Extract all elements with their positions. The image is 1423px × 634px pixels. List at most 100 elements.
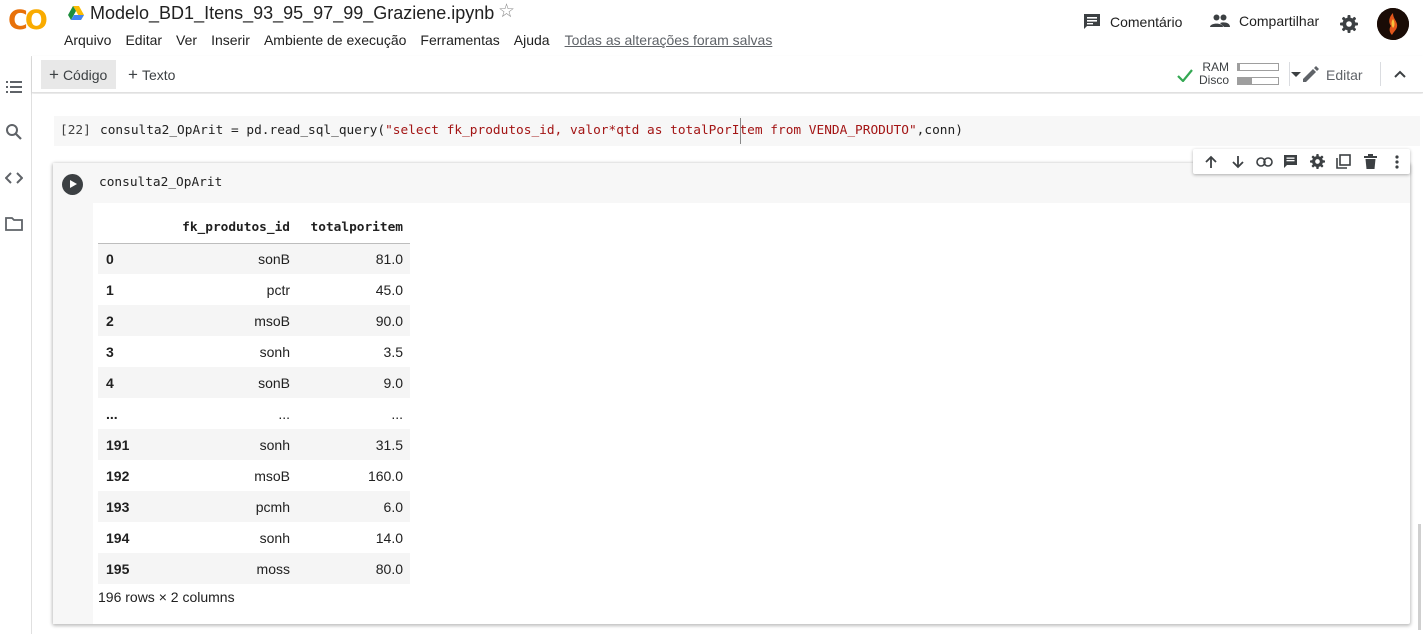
code-part: consulta2_OpArit = pd.read_sql_query( bbox=[100, 123, 386, 138]
comment-label: Comentário bbox=[1110, 14, 1183, 30]
ram-usage-bar bbox=[1237, 63, 1279, 71]
column-header: fk_produtos_id bbox=[143, 213, 297, 244]
menu-ambiente[interactable]: Ambiente de execução bbox=[264, 32, 406, 49]
search-icon[interactable] bbox=[5, 123, 23, 141]
cell-totalporitem: 31.5 bbox=[375, 436, 403, 453]
delete-icon[interactable] bbox=[1357, 152, 1384, 172]
app-header: CO Modelo_BD1_Itens_93_95_97_99_Graziene… bbox=[0, 0, 1423, 56]
move-up-icon[interactable] bbox=[1198, 152, 1225, 172]
row-index: 193 bbox=[106, 498, 130, 515]
cell-fk-produtos-id: sonB bbox=[258, 250, 290, 267]
cell-fk-produtos-id: pcmh bbox=[255, 498, 290, 515]
share-label: Compartilhar bbox=[1239, 13, 1320, 29]
folder-icon[interactable] bbox=[5, 215, 23, 233]
add-text-button[interactable]: + Texto bbox=[120, 60, 184, 89]
index-header bbox=[98, 213, 143, 244]
cell-fk-produtos-id: msoB bbox=[254, 312, 290, 329]
cell-fk-produtos-id: sonh bbox=[259, 436, 290, 453]
scrollbar[interactable] bbox=[1418, 524, 1421, 630]
table-row: ......... bbox=[98, 398, 410, 429]
cell-fk-produtos-id: moss bbox=[256, 560, 290, 577]
menu-editar[interactable]: Editar bbox=[125, 32, 162, 49]
code-cell-selected[interactable]: consulta2_OpArit fk_produtos_id totalpor… bbox=[53, 149, 1410, 624]
row-index: 194 bbox=[106, 529, 130, 546]
notebook-title[interactable]: Modelo_BD1_Itens_93_95_97_99_Graziene.ip… bbox=[90, 2, 494, 24]
share-button[interactable]: Compartilhar bbox=[1210, 13, 1319, 29]
disk-usage-bar bbox=[1237, 77, 1279, 85]
menu-arquivo[interactable]: Arquivo bbox=[64, 32, 111, 49]
row-index: 1 bbox=[106, 281, 114, 298]
run-cell-button[interactable] bbox=[62, 174, 83, 195]
cell-fk-produtos-id: msoB bbox=[254, 467, 290, 484]
comment-icon[interactable] bbox=[1278, 152, 1305, 172]
menu-ver[interactable]: Ver bbox=[176, 32, 197, 49]
dataframe-output: fk_produtos_id totalporitem 0 sonB 81.0 1 p… bbox=[98, 213, 410, 584]
comment-icon bbox=[1084, 14, 1100, 29]
table-row: 191 sonh 31.5 bbox=[98, 429, 410, 460]
menu-ferramentas[interactable]: Ferramentas bbox=[420, 32, 499, 49]
row-index: 3 bbox=[106, 343, 114, 360]
colab-logo[interactable]: CO bbox=[8, 6, 50, 36]
code-cell-22[interactable]: [22] consulta2_OpArit = pd.read_sql_quer… bbox=[54, 116, 1420, 146]
menu-ajuda[interactable]: Ajuda bbox=[514, 32, 550, 49]
user-avatar[interactable] bbox=[1377, 8, 1409, 40]
code-text[interactable]: consulta2_OpArit = pd.read_sql_query("se… bbox=[100, 116, 963, 146]
add-text-label: Texto bbox=[141, 66, 176, 83]
toolbar-divider bbox=[1289, 62, 1290, 86]
row-index: 192 bbox=[106, 467, 130, 484]
plus-icon: + bbox=[128, 64, 138, 84]
cell-fk-produtos-id: sonh bbox=[259, 343, 290, 360]
text-cursor bbox=[740, 118, 741, 144]
cell-fk-produtos-id: sonh bbox=[259, 529, 290, 546]
cell-totalporitem: 160.0 bbox=[367, 467, 403, 484]
star-icon[interactable]: ☆ bbox=[498, 1, 515, 23]
disk-label: Disco bbox=[1199, 73, 1230, 87]
comment-button[interactable]: Comentário bbox=[1083, 13, 1182, 31]
table-row: 195 moss 80.0 bbox=[98, 553, 410, 584]
move-down-icon[interactable] bbox=[1225, 152, 1252, 172]
table-row: 3 sonh 3.5 bbox=[98, 336, 410, 367]
table-row: 0 sonB 81.0 bbox=[98, 243, 410, 274]
cell-totalporitem: 9.0 bbox=[383, 374, 403, 391]
code-snippets-icon[interactable] bbox=[5, 169, 23, 187]
cell-totalporitem: 14.0 bbox=[375, 529, 403, 546]
cell-toolbar bbox=[1193, 149, 1410, 174]
add-code-button[interactable]: + Código bbox=[41, 60, 117, 89]
edit-button[interactable]: Editar bbox=[1302, 66, 1363, 83]
pencil-icon bbox=[1303, 66, 1319, 82]
code-text[interactable]: consulta2_OpArit bbox=[99, 175, 222, 190]
gear-icon[interactable] bbox=[1340, 15, 1358, 33]
cell-fk-produtos-id: sonB bbox=[258, 374, 290, 391]
dataframe-shape: 196 rows × 2 columns bbox=[98, 589, 235, 605]
code-part: ,conn) bbox=[916, 123, 963, 138]
more-options-icon[interactable] bbox=[1384, 152, 1411, 172]
table-row: 1 pctr 45.0 bbox=[98, 274, 410, 305]
google-drive-icon[interactable] bbox=[68, 6, 84, 20]
chevron-down-icon[interactable] bbox=[1291, 72, 1301, 78]
table-row: 4 sonB 9.0 bbox=[98, 367, 410, 398]
table-row: 194 sonh 14.0 bbox=[98, 522, 410, 553]
cell-totalporitem: 3.5 bbox=[383, 343, 403, 360]
settings-icon[interactable] bbox=[1304, 152, 1331, 172]
table-row: 2 msoB 90.0 bbox=[98, 305, 410, 336]
ram-usage-fill bbox=[1238, 64, 1240, 70]
link-icon[interactable] bbox=[1251, 152, 1278, 172]
cell-totalporitem: 90.0 bbox=[375, 312, 403, 329]
mirror-cell-icon[interactable] bbox=[1331, 152, 1358, 172]
row-index: 0 bbox=[106, 250, 114, 267]
save-status-link[interactable]: Todas as alterações foram salvas bbox=[565, 32, 773, 49]
notebook-toolbar: + Código + Texto RAM Disco Editar bbox=[32, 56, 1423, 93]
row-index: 191 bbox=[106, 436, 130, 453]
disk-usage-fill bbox=[1238, 78, 1252, 84]
code-string: "select fk_produtos_id, valor*qtd as tot… bbox=[385, 123, 917, 138]
row-index: ... bbox=[106, 405, 118, 422]
execution-count: [22] bbox=[60, 123, 91, 138]
menu-inserir[interactable]: Inserir bbox=[211, 32, 250, 49]
cell-totalporitem: 6.0 bbox=[383, 498, 403, 515]
chevron-up-icon[interactable] bbox=[1394, 70, 1406, 78]
row-index: 2 bbox=[106, 312, 114, 329]
people-icon bbox=[1210, 14, 1230, 27]
menu-bar: Arquivo Editar Ver Inserir Ambiente de e… bbox=[64, 32, 772, 49]
table-of-contents-icon[interactable] bbox=[5, 78, 23, 96]
resource-labels: RAM Disco bbox=[1199, 61, 1229, 87]
